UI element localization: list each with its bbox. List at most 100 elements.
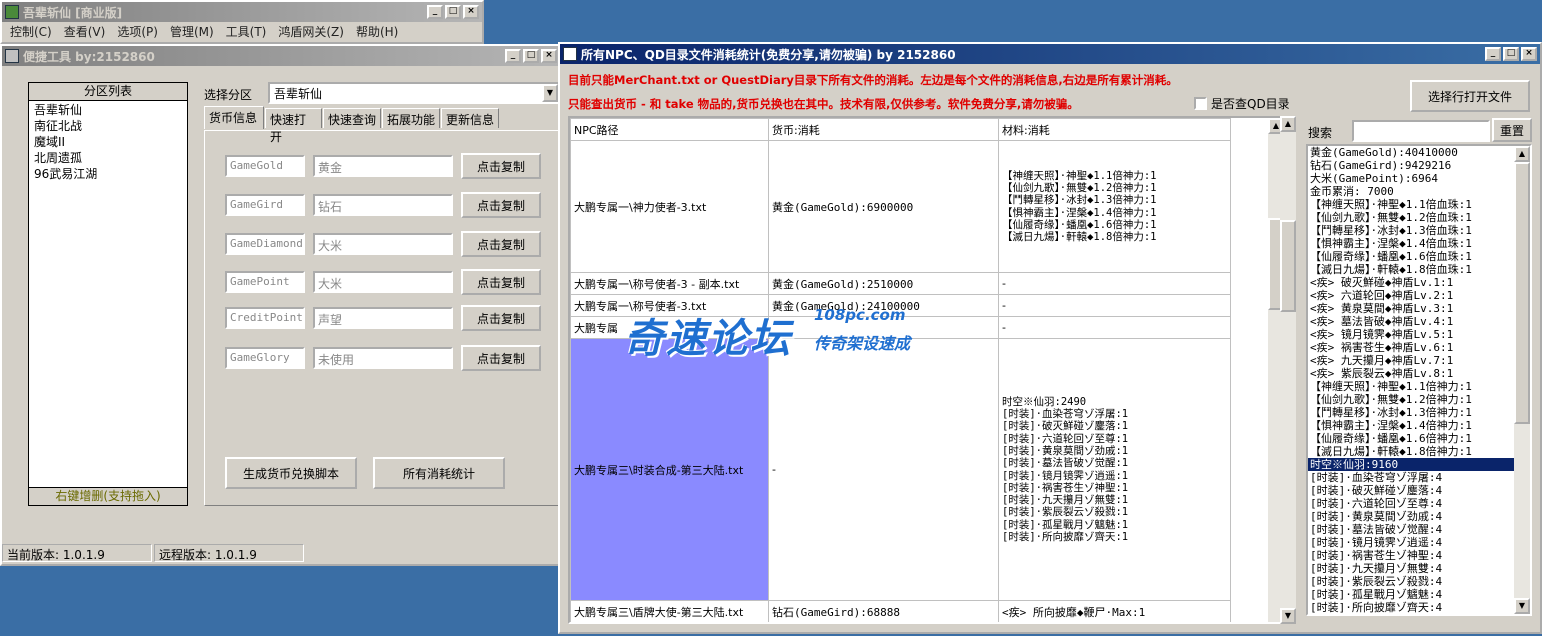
- summary-item[interactable]: [时装]·破灭鮮碰ゾ鏖落:4: [1308, 484, 1514, 497]
- summary-item[interactable]: 钻石(GameGird):9429216: [1308, 159, 1514, 172]
- generate-script-button[interactable]: 生成货币兑换脚本: [225, 457, 357, 489]
- summary-item[interactable]: 时空※仙羽:9160: [1308, 458, 1514, 471]
- summary-item[interactable]: [时装]·所向披靡ゾ齊天:4: [1308, 601, 1514, 614]
- summary-item[interactable]: 金币累消: 7000: [1308, 185, 1514, 198]
- minimize-icon[interactable]: _: [427, 5, 443, 19]
- minimize-icon[interactable]: _: [505, 49, 521, 63]
- summary-item[interactable]: 【仙剑九歌】·無雙◆1.2倍血珠:1: [1308, 211, 1514, 224]
- list-item[interactable]: 南征北战: [34, 118, 182, 134]
- summary-item[interactable]: [时装]·墓法皆破ゾ觉醒:4: [1308, 523, 1514, 536]
- copy-button[interactable]: 点击复制: [461, 192, 541, 218]
- currency-key-field[interactable]: GameDiamond: [225, 233, 305, 255]
- scroll-down-icon[interactable]: ▼: [1280, 608, 1296, 624]
- summary-item[interactable]: <疾> 祸害苍生◆神盾Lv.6:1: [1308, 341, 1514, 354]
- table-row[interactable]: 大鹏专属一\称号使者-3.txt 黄金(GameGold):24100000 -: [570, 294, 1231, 317]
- summary-item[interactable]: 【仙履奇缘】·蟠凰◆1.6倍血珠:1: [1308, 250, 1514, 263]
- currency-name-field[interactable]: 未使用: [313, 347, 453, 369]
- summary-item[interactable]: <疾> 墓法皆破◆神盾Lv.4:1: [1308, 315, 1514, 328]
- summary-item[interactable]: 【鬥轉星移】·冰封◆1.3倍神力:1: [1308, 406, 1514, 419]
- summary-item[interactable]: [时装]·九天攥月ゾ無雙:4: [1308, 562, 1514, 575]
- copy-button[interactable]: 点击复制: [461, 305, 541, 331]
- currency-key-field[interactable]: GameGlory: [225, 347, 305, 369]
- table-row[interactable]: 大鹏专属一\神力使者-3.txt 黄金(GameGold):6900000 【神…: [570, 140, 1231, 273]
- summary-item[interactable]: 【仙剑九歌】·無雙◆1.2倍神力:1: [1308, 393, 1514, 406]
- list-item[interactable]: 北周遗孤: [34, 150, 182, 166]
- column-header-materials[interactable]: 材料:消耗: [998, 118, 1231, 141]
- currency-key-field[interactable]: GamePoint: [225, 271, 305, 293]
- stats-window-titlebar[interactable]: 所有NPC、QD目录文件消耗统计(免费分享,请勿被骗) by 2152860 _…: [560, 44, 1540, 64]
- maximize-icon[interactable]: □: [523, 49, 539, 63]
- search-input[interactable]: [1352, 120, 1490, 142]
- maximize-icon[interactable]: □: [445, 5, 461, 19]
- main-window-titlebar[interactable]: 吾辈斩仙 [商业版] _ □ ×: [2, 2, 482, 22]
- menu-tools[interactable]: 工具(T): [220, 23, 273, 40]
- summary-item[interactable]: 【神缠天照】·神聖◆1.1倍血珠:1: [1308, 198, 1514, 211]
- summary-item[interactable]: 【滅日九煬】·軒轅◆1.8倍血珠:1: [1308, 263, 1514, 276]
- menu-view[interactable]: 查看(V): [58, 23, 112, 40]
- close-icon[interactable]: ×: [541, 49, 557, 63]
- summary-item[interactable]: 【仙履奇缘】·蟠凰◆1.6倍神力:1: [1308, 432, 1514, 445]
- summary-item[interactable]: 【惧神霸主】·涅槃◆1.4倍神力:1: [1308, 419, 1514, 432]
- summary-item[interactable]: [时装]·六道轮回ゾ至尊:4: [1308, 497, 1514, 510]
- scroll-thumb[interactable]: [1514, 162, 1530, 424]
- table-row[interactable]: 大鹏专属一\称号使者-3 - 副本.txt 黄金(GameGold):25100…: [570, 272, 1231, 295]
- copy-button[interactable]: 点击复制: [461, 345, 541, 371]
- currency-key-field[interactable]: GameGird: [225, 194, 305, 216]
- currency-name-field[interactable]: 大米: [313, 233, 453, 255]
- menu-control[interactable]: 控制(C): [4, 23, 58, 40]
- minimize-icon[interactable]: _: [1485, 47, 1501, 61]
- table-row[interactable]: 大鹏专属三\时装合成-第三大陆.txt - 时空※仙羽:2490 [时装]·血染…: [570, 338, 1231, 601]
- summary-item[interactable]: 【鬥轉星移】·冰封◆1.3倍血珠:1: [1308, 224, 1514, 237]
- summary-item[interactable]: [时装]·紫辰裂云ゾ殺戮:4: [1308, 575, 1514, 588]
- menu-gateway[interactable]: 鸿盾网关(Z): [272, 23, 350, 40]
- summary-item[interactable]: 【神缠天照】·神聖◆1.1倍神力:1: [1308, 380, 1514, 393]
- close-icon[interactable]: ×: [463, 5, 479, 19]
- list-item[interactable]: 96武易江湖: [34, 166, 182, 182]
- summary-item[interactable]: 【惧神霸主】·涅槃◆1.4倍血珠:1: [1308, 237, 1514, 250]
- summary-item[interactable]: <疾> 六道轮回◆神盾Lv.2:1: [1308, 289, 1514, 302]
- summary-item[interactable]: 【滅日九煬】·軒轅◆1.8倍神力:1: [1308, 445, 1514, 458]
- copy-button[interactable]: 点击复制: [461, 269, 541, 295]
- scroll-up-icon[interactable]: ▲: [1514, 146, 1530, 162]
- currency-key-field[interactable]: CreditPoint: [225, 307, 305, 329]
- summary-item[interactable]: [时装]·祸害苍生ゾ神聖:4: [1308, 549, 1514, 562]
- currency-key-field[interactable]: GameGold: [225, 155, 305, 177]
- column-header-currency[interactable]: 货币:消耗: [768, 118, 999, 141]
- currency-name-field[interactable]: 钻石: [313, 194, 453, 216]
- summary-item[interactable]: <疾> 镜月镜霁◆神盾Lv.5:1: [1308, 328, 1514, 341]
- qd-checkbox[interactable]: [1194, 97, 1207, 110]
- table-row[interactable]: 大鹏专属三\盾牌大使-第三大陆.txt 钻石(GameGird):68888 <…: [570, 600, 1231, 622]
- currency-name-field[interactable]: 大米: [313, 271, 453, 293]
- tab-quick-query[interactable]: 快速查询: [323, 108, 381, 128]
- column-header-path[interactable]: NPC路径: [570, 118, 769, 141]
- summary-item[interactable]: <疾> 破灭鮮碰◆神盾Lv.1:1: [1308, 276, 1514, 289]
- summary-item[interactable]: 黄金(GameGold):40410000: [1308, 146, 1514, 159]
- menu-options[interactable]: 选项(P): [111, 23, 164, 40]
- list-item[interactable]: 魔域II: [34, 134, 182, 150]
- menu-manage[interactable]: 管理(M): [164, 23, 220, 40]
- zone-select[interactable]: 吾辈斩仙 ▼: [268, 82, 560, 104]
- menu-help[interactable]: 帮助(H): [350, 23, 404, 40]
- summary-item[interactable]: <疾> 黄泉莫間◆神盾Lv.3:1: [1308, 302, 1514, 315]
- close-icon[interactable]: ×: [1521, 47, 1537, 61]
- copy-button[interactable]: 点击复制: [461, 153, 541, 179]
- tab-update-info[interactable]: 更新信息: [441, 108, 499, 128]
- tab-extensions[interactable]: 拓展功能: [382, 108, 440, 128]
- currency-name-field[interactable]: 黄金: [313, 155, 453, 177]
- summary-item[interactable]: [时装]·血染苍穹ゾ浮屠:4: [1308, 471, 1514, 484]
- reset-button[interactable]: 重置: [1492, 118, 1532, 142]
- all-stats-button[interactable]: 所有消耗统计: [373, 457, 505, 489]
- tab-currency[interactable]: 货币信息: [204, 106, 264, 129]
- maximize-icon[interactable]: □: [1503, 47, 1519, 61]
- summary-item[interactable]: [时装]·孤星戰月ゾ魑魅:4: [1308, 588, 1514, 601]
- list-item[interactable]: 吾辈斩仙: [34, 102, 182, 118]
- scroll-thumb[interactable]: [1280, 220, 1296, 312]
- summary-item[interactable]: <疾> 紫辰裂云◆神盾Lv.8:1: [1308, 367, 1514, 380]
- tool-window-titlebar[interactable]: 便捷工具 by:2152860 _ □ ×: [2, 46, 560, 66]
- copy-button[interactable]: 点击复制: [461, 231, 541, 257]
- open-file-button[interactable]: 选择行打开文件: [1410, 80, 1530, 112]
- currency-name-field[interactable]: 声望: [313, 307, 453, 329]
- chevron-down-icon[interactable]: ▼: [542, 84, 558, 102]
- summary-item[interactable]: [时装]·镜月镜霁ゾ逍遥:4: [1308, 536, 1514, 549]
- scroll-down-icon[interactable]: ▼: [1514, 598, 1530, 614]
